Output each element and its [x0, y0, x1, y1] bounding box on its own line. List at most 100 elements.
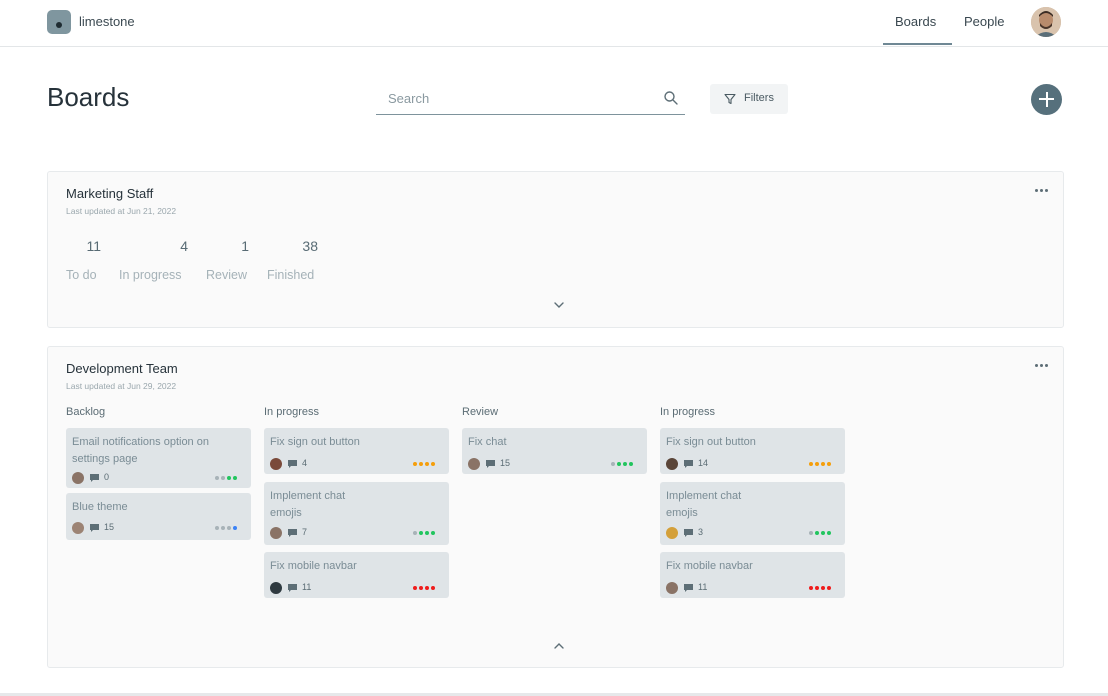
comment-icon: [684, 529, 693, 537]
board-marketing-staff: Marketing Staff Last updated at Jun 21, …: [47, 171, 1064, 328]
card-meta: 11: [666, 582, 839, 594]
active-nav-indicator: [883, 43, 952, 45]
more-options-icon[interactable]: [1035, 189, 1049, 193]
task-card[interactable]: Blue theme 15: [66, 493, 251, 540]
card-meta: 4: [270, 458, 443, 470]
task-card[interactable]: Implement chat emojis 3: [660, 482, 845, 545]
comment-count: 11: [698, 582, 708, 592]
task-card[interactable]: Implement chat emojis 7: [264, 482, 449, 545]
card-meta: 3: [666, 527, 839, 539]
comment-icon: [684, 584, 693, 592]
page-title: Boards: [47, 82, 130, 112]
column-title-review: Review: [462, 406, 499, 418]
brand-name[interactable]: limestone: [79, 14, 135, 29]
priority-dots: [413, 462, 437, 467]
column-title-in-progress: In progress: [264, 406, 320, 418]
comment-count: 15: [104, 522, 115, 532]
stat-value: 11: [86, 238, 101, 254]
card-title: Fix mobile navbar: [270, 560, 357, 572]
board-updated: Last updated at Jun 21, 2022: [66, 206, 177, 216]
more-options-icon[interactable]: [1035, 364, 1049, 368]
column-title-backlog: Backlog: [66, 406, 106, 418]
card-title: Fix sign out button: [270, 436, 360, 448]
card-title: Email notifications option on settings p…: [72, 436, 209, 465]
priority-dots: [809, 586, 833, 591]
comment-count: 14: [698, 458, 709, 468]
nav-people-link[interactable]: People: [964, 14, 1004, 29]
comment-icon: [90, 524, 99, 532]
priority-dots: [809, 531, 833, 536]
comment-icon: [288, 529, 297, 537]
assignee-avatar: [72, 522, 84, 534]
comment-count: 4: [302, 458, 308, 468]
task-card[interactable]: Fix mobile navbar 11: [264, 552, 449, 598]
search-icon[interactable]: [663, 90, 679, 106]
column-title-in-progress: In progress: [660, 406, 716, 418]
comment-count: 15: [500, 458, 511, 468]
card-meta: 7: [270, 527, 443, 539]
comment-icon: [486, 460, 495, 468]
task-card[interactable]: Fix sign out button 14: [660, 428, 845, 474]
board-name[interactable]: Marketing Staff: [66, 186, 153, 201]
assignee-avatar: [666, 458, 678, 470]
priority-dots: [611, 462, 635, 467]
search-input[interactable]: [386, 90, 650, 107]
comment-count: 0: [104, 472, 110, 482]
board-updated: Last updated at Jun 29, 2022: [66, 381, 177, 391]
card-title: Blue theme: [72, 501, 128, 513]
stat-value: 4: [180, 238, 188, 254]
stat-finished: 38: [293, 238, 318, 254]
task-card[interactable]: Fix sign out button 4: [264, 428, 449, 474]
stat-label: To do: [66, 268, 97, 282]
comment-icon: [288, 460, 297, 468]
logo-icon[interactable]: [47, 10, 71, 34]
assignee-avatar: [666, 582, 678, 594]
comment-icon: [684, 460, 693, 468]
priority-dots: [809, 462, 833, 467]
comment-count: 7: [302, 527, 308, 537]
card-meta: 15: [468, 458, 641, 470]
comment-icon: [288, 584, 297, 592]
stat-value: 38: [302, 238, 318, 254]
card-title: Implement chat emojis: [666, 490, 742, 519]
task-card[interactable]: Email notifications option on settings p…: [66, 428, 251, 488]
comment-count: 3: [698, 527, 704, 537]
card-meta: 11: [270, 582, 443, 594]
card-title: Fix sign out button: [666, 436, 756, 448]
card-title: Fix mobile navbar: [666, 560, 753, 572]
task-card[interactable]: Fix chat 15: [462, 428, 647, 474]
chevron-up-icon[interactable]: [554, 643, 564, 649]
nav-boards-link[interactable]: Boards: [895, 14, 936, 29]
card-title: Fix chat: [468, 436, 507, 448]
comment-icon: [90, 474, 99, 482]
filters-button[interactable]: Filters: [710, 84, 788, 114]
priority-dots: [215, 476, 239, 481]
search-bar: [376, 84, 685, 115]
assignee-avatar: [666, 527, 678, 539]
assignee-avatar: [270, 527, 282, 539]
filter-icon: [724, 93, 736, 105]
stat-value: 1: [241, 238, 249, 254]
assignee-avatar: [468, 458, 480, 470]
stat-review: 1: [234, 238, 249, 254]
priority-dots: [413, 586, 437, 591]
task-card[interactable]: Fix mobile navbar 11: [660, 552, 845, 598]
stat-label: Review: [206, 268, 247, 282]
top-bar: limestone Boards People: [0, 0, 1108, 47]
filters-label: Filters: [744, 92, 774, 104]
user-avatar[interactable]: [1031, 7, 1061, 37]
stat-label: Finished: [267, 268, 315, 282]
card-meta: 0: [72, 472, 245, 484]
assignee-avatar: [270, 458, 282, 470]
stat-in-progress: 4: [173, 238, 188, 254]
priority-dots: [215, 526, 239, 531]
board-development-team: Development Team Last updated at Jun 29,…: [47, 346, 1064, 668]
assignee-avatar: [72, 472, 84, 484]
stat-label: In progress: [119, 268, 182, 282]
comment-count: 11: [302, 582, 312, 592]
add-board-button[interactable]: [1031, 84, 1062, 115]
stat-todo: 11: [86, 238, 101, 254]
priority-dots: [413, 531, 437, 536]
board-name[interactable]: Development Team: [66, 361, 178, 376]
chevron-down-icon[interactable]: [554, 302, 564, 308]
